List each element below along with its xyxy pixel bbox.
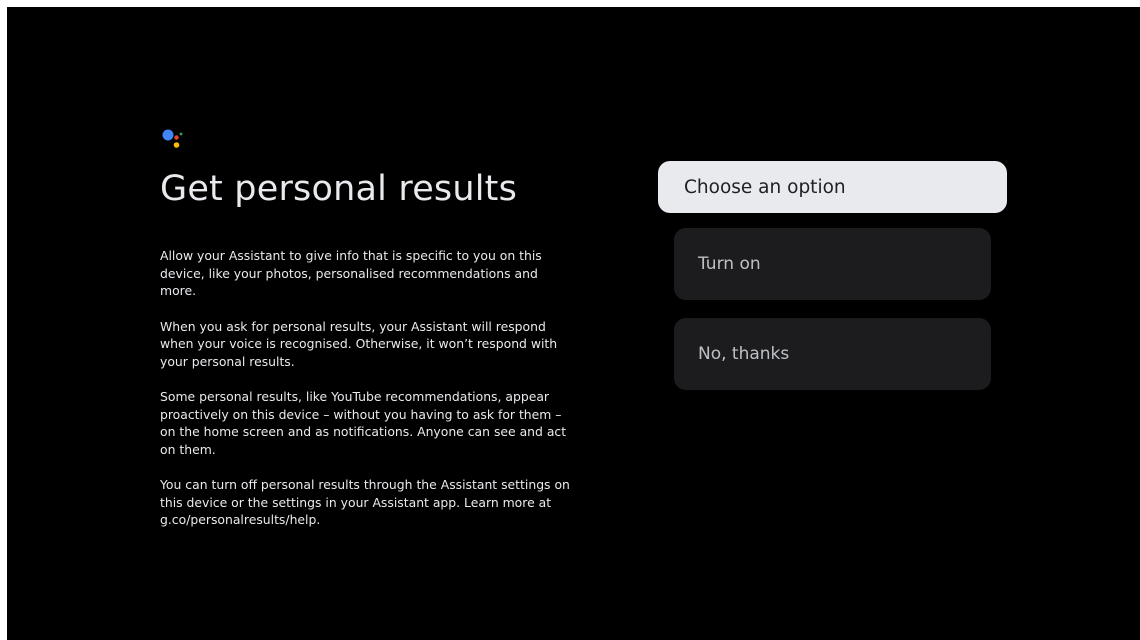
turn-on-button[interactable]: Turn on: [674, 228, 991, 300]
description-paragraph: You can turn off personal results throug…: [160, 477, 570, 527]
turn-on-label: Turn on: [698, 254, 761, 274]
google-assistant-icon: [162, 129, 183, 148]
description-paragraph: Some personal results, like YouTube reco…: [160, 389, 567, 457]
description-paragraph: When you ask for personal results, your …: [160, 318, 558, 369]
description-paragraph: Allow your Assistant to give info that i…: [160, 248, 542, 298]
screen: Get personal results Allow your Assistan…: [7, 7, 1140, 640]
no-thanks-button[interactable]: No, thanks: [674, 318, 991, 390]
choose-option-label: Choose an option: [684, 176, 846, 198]
description: Allow your Assistant to give info that i…: [160, 247, 570, 547]
page-title: Get personal results: [160, 169, 518, 209]
no-thanks-label: No, thanks: [698, 344, 790, 364]
choose-option-header: Choose an option: [658, 161, 1007, 213]
